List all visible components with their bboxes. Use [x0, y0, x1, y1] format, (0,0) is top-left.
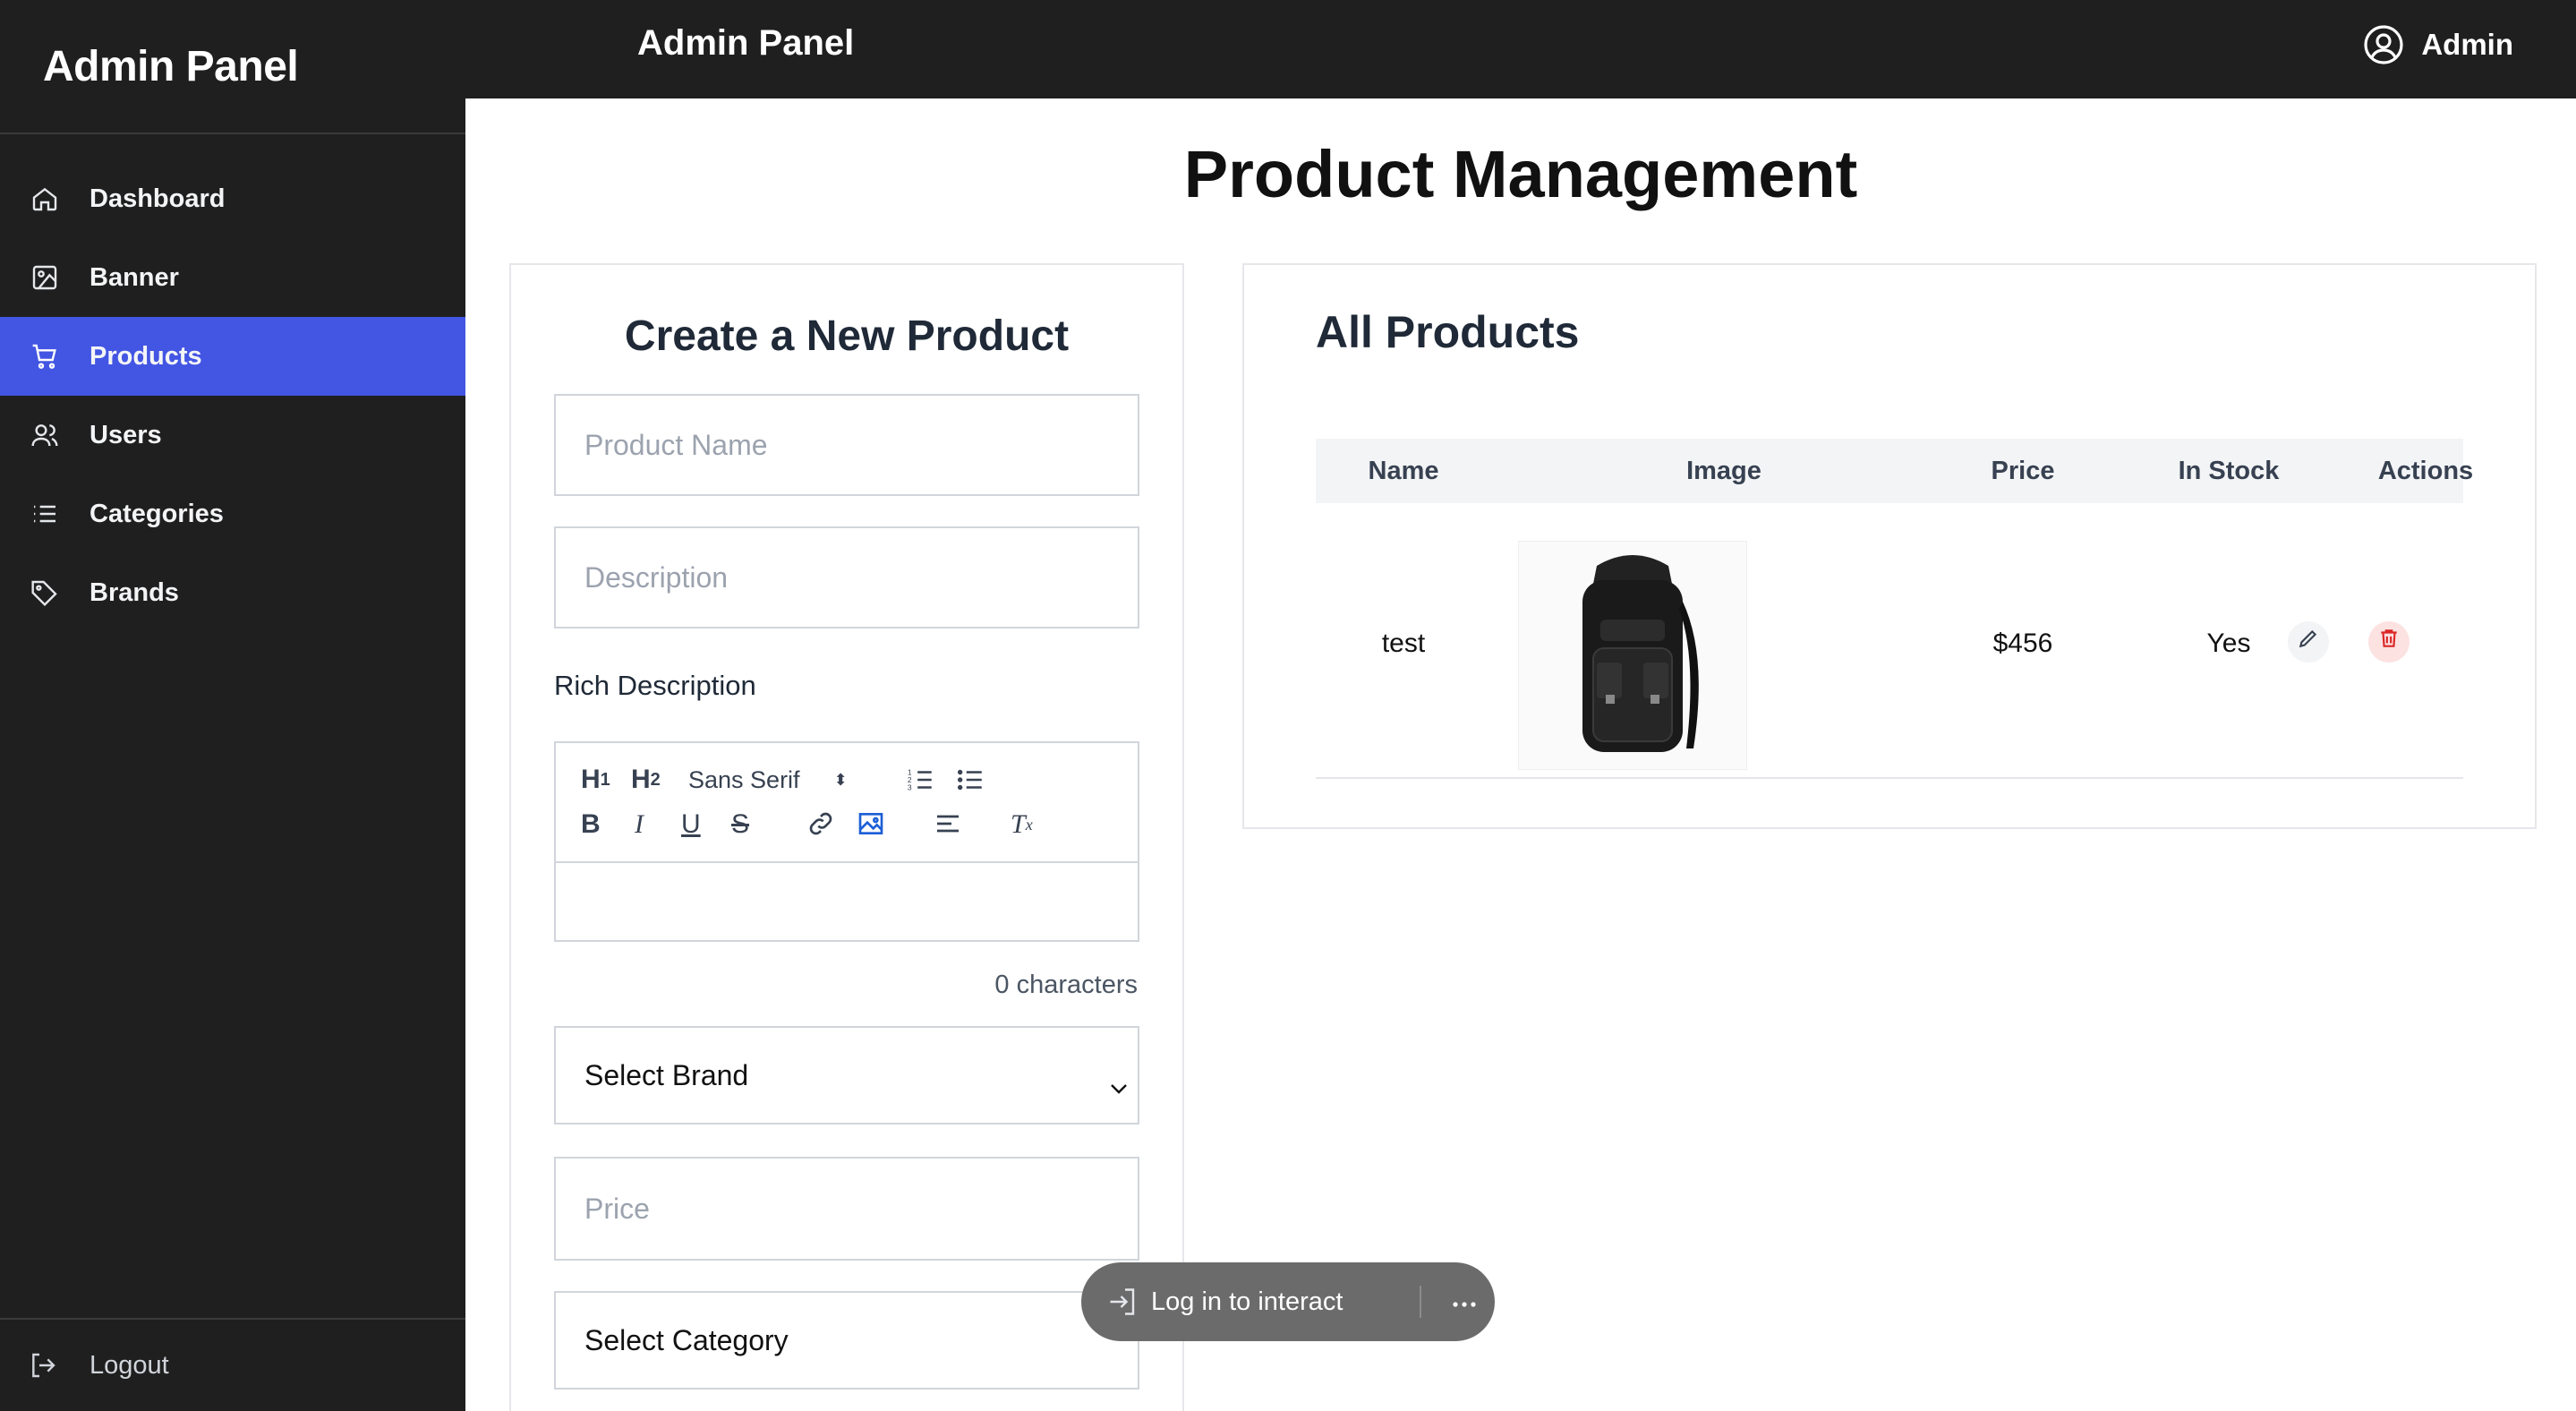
pill-divider [1420, 1286, 1421, 1318]
logout-icon [29, 1349, 61, 1381]
product-image [1518, 541, 1747, 770]
all-products-heading: All Products [1316, 307, 1580, 357]
strikethrough-icon[interactable]: S [731, 809, 749, 840]
table-row: test $456 Yes [1316, 503, 2463, 779]
sidebar-item-label: Users [90, 420, 162, 449]
sidebar-nav: Dashboard Banner Products Users Categori… [0, 159, 465, 632]
category-select-value: Select Category [584, 1323, 789, 1356]
sidebar-item-label: Products [90, 341, 202, 371]
main-content: Product Management Create a New Product … [465, 98, 2576, 1411]
ordered-list-icon[interactable]: 123 [905, 765, 935, 795]
topbar-title: Admin Panel [637, 23, 855, 63]
category-select[interactable]: Select Category [554, 1291, 1139, 1390]
top-bar: Admin Panel Admin [465, 0, 2576, 98]
edit-button[interactable] [2288, 621, 2329, 663]
backpack-image [1582, 555, 1699, 752]
product-name-input[interactable]: Product Name [554, 394, 1139, 496]
image-icon [29, 261, 61, 294]
description-placeholder: Description [584, 560, 729, 594]
h2-button[interactable]: H2 [631, 765, 661, 795]
login-icon [1106, 1286, 1139, 1318]
sidebar-item-users[interactable]: Users [0, 396, 465, 475]
user-circle-icon [2362, 23, 2405, 66]
font-select-value: Sans Serif [688, 766, 800, 793]
svg-text:3: 3 [908, 782, 912, 791]
sidebar-item-banner[interactable]: Banner [0, 238, 465, 317]
logout-label: Logout [90, 1350, 169, 1380]
product-name-placeholder: Product Name [584, 428, 768, 461]
users-icon [29, 419, 61, 451]
tag-icon [29, 577, 61, 609]
user-menu[interactable]: Admin [2362, 23, 2513, 66]
sidebar-item-label: Dashboard [90, 184, 226, 213]
logout-button[interactable]: Logout [0, 1318, 465, 1411]
column-header-image: Image [1686, 457, 1761, 485]
chevron-down-icon [1109, 1069, 1129, 1094]
character-count: 0 characters [994, 971, 1138, 999]
create-product-card: Create a New Product Product Name Descri… [509, 263, 1184, 1411]
column-header-actions: Actions [2377, 457, 2474, 485]
h1-button[interactable]: H1 [581, 765, 610, 795]
sidebar-item-categories[interactable]: Categories [0, 475, 465, 553]
description-input[interactable]: Description [554, 526, 1139, 629]
cart-icon [29, 340, 61, 372]
column-header-name: Name [1368, 457, 1439, 485]
sidebar-item-brands[interactable]: Brands [0, 553, 465, 632]
font-select[interactable]: Sans Serif ⬍ [688, 766, 848, 794]
rich-text-editor: H1 H2 Sans Serif ⬍ 123 B I U S T x [554, 741, 1139, 942]
price-placeholder: Price [584, 1192, 650, 1225]
column-header-price: Price [1991, 457, 2055, 485]
sidebar-item-dashboard[interactable]: Dashboard [0, 159, 465, 238]
bold-icon[interactable]: B [581, 809, 601, 840]
link-icon[interactable] [806, 809, 835, 838]
list-icon [29, 498, 61, 530]
user-name: Admin [2421, 28, 2513, 61]
sidebar-brand: Admin Panel [0, 0, 465, 134]
clear-format-icon[interactable]: Tx [1011, 809, 1033, 840]
underline-icon[interactable]: U [681, 809, 701, 840]
page-title: Product Management [1183, 137, 1858, 211]
insert-image-icon[interactable] [857, 809, 885, 838]
sidebar-item-label: Brands [90, 577, 179, 607]
font-select-chevron-icon: ⬍ [833, 771, 848, 789]
brand-select-value: Select Brand [584, 1058, 749, 1091]
home-icon [29, 183, 61, 215]
sidebar-item-products[interactable]: Products [0, 317, 465, 396]
table-header: Name Image Price In Stock Actions [1316, 439, 2473, 503]
align-icon[interactable] [934, 809, 962, 838]
product-name-cell: test [1381, 629, 1426, 658]
login-label: Log in to interact [1151, 1287, 1343, 1316]
sidebar-item-label: Banner [90, 262, 179, 292]
products-table: Name Image Price In Stock Actions test $… [1316, 439, 2473, 779]
sidebar-item-label: Categories [90, 499, 224, 528]
brand-select[interactable]: Select Brand [554, 1026, 1139, 1125]
create-product-heading: Create a New Product [624, 312, 1070, 360]
login-overlay-pill: Log in to interact [1081, 1262, 1495, 1341]
trash-icon [2377, 627, 2401, 657]
product-price-cell: $456 [1992, 629, 2053, 658]
italic-icon[interactable]: I [635, 809, 644, 840]
column-header-in-stock: In Stock [2178, 457, 2280, 485]
pencil-icon [2297, 627, 2320, 657]
ellipsis-icon [1452, 1286, 1477, 1315]
editor-toolbar: H1 H2 Sans Serif ⬍ 123 B I U S T x [556, 743, 1138, 863]
sidebar: Admin Panel Dashboard Banner Products Us… [0, 0, 465, 1411]
more-options-button[interactable] [1446, 1282, 1482, 1318]
delete-button[interactable] [2368, 621, 2410, 663]
rich-description-label: Rich Description [554, 670, 756, 701]
bullet-list-icon[interactable] [955, 765, 985, 795]
login-to-interact-button[interactable]: Log in to interact [1081, 1286, 1343, 1318]
all-products-card: All Products Name Image Price In Stock A… [1242, 263, 2537, 829]
editor-content-area[interactable] [556, 863, 1138, 940]
price-input[interactable]: Price [554, 1157, 1139, 1261]
